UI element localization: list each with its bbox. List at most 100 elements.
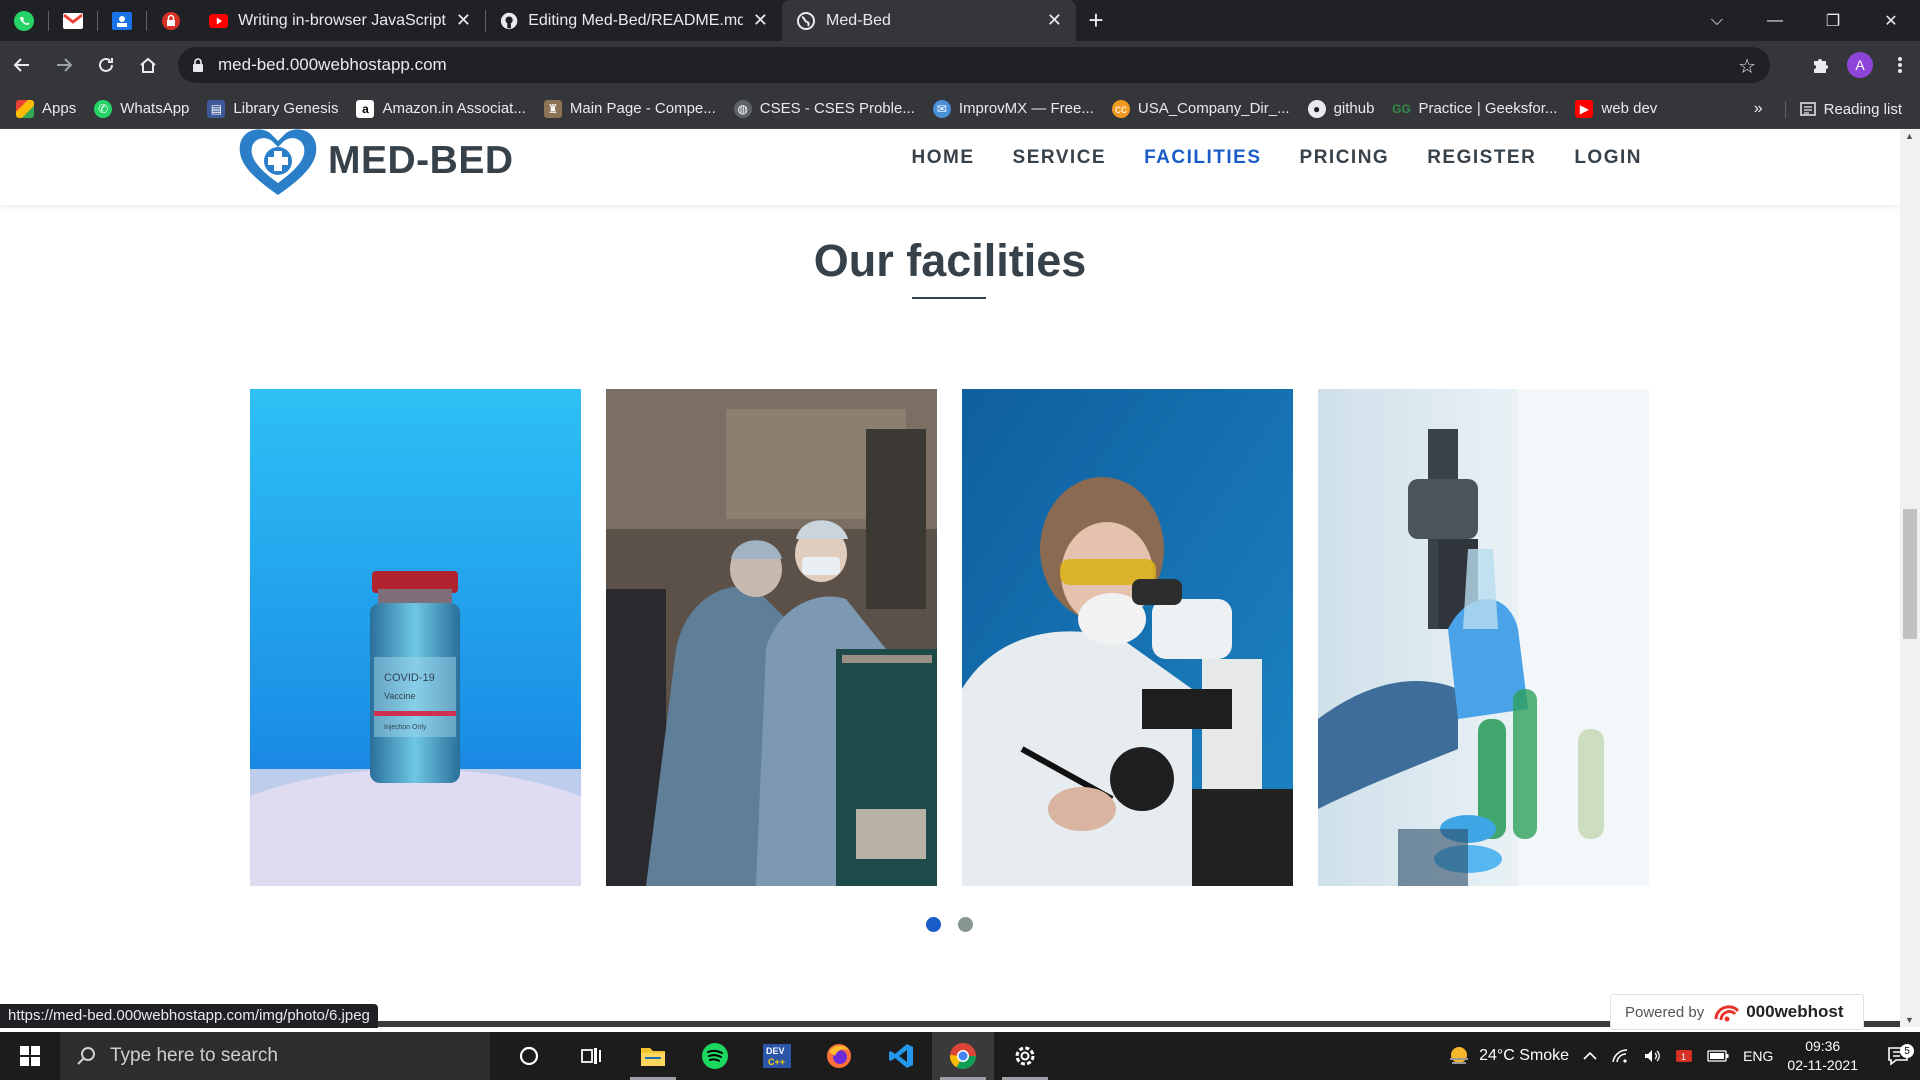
nav-login[interactable]: LOGIN xyxy=(1574,147,1642,169)
scrollbar-thumb[interactable] xyxy=(1903,509,1917,639)
bookmark-main-page[interactable]: ♜ Main Page - Compe... xyxy=(543,99,716,118)
home-button[interactable] xyxy=(128,45,168,85)
bookmark-cses[interactable]: ◍ CSES - CSES Proble... xyxy=(733,99,915,118)
pinned-tab-whatsapp[interactable] xyxy=(0,0,48,41)
creative-commons-icon: cc xyxy=(1111,99,1130,118)
nav-pricing[interactable]: PRICING xyxy=(1300,147,1390,169)
network-button[interactable] xyxy=(1611,1048,1629,1064)
scroll-down-arrow-icon[interactable]: ▼ xyxy=(1905,1015,1914,1025)
bookmark-web-dev[interactable]: ▶ web dev xyxy=(1575,99,1657,118)
nav-facilities[interactable]: FACILITIES xyxy=(1144,147,1261,169)
carousel-dot-2[interactable] xyxy=(958,917,973,932)
volume-button[interactable] xyxy=(1643,1048,1661,1064)
reload-button[interactable] xyxy=(86,45,126,85)
youtube-icon: ▶ xyxy=(1575,99,1594,118)
powered-by-badge[interactable]: Powered by 000webhost xyxy=(1610,994,1864,1030)
restore-button[interactable]: ❐ xyxy=(1804,0,1862,41)
tab-med-bed[interactable]: Med-Bed ✕ xyxy=(782,0,1076,41)
cortana-button[interactable] xyxy=(498,1032,560,1080)
defender-shield-icon: 1 xyxy=(1676,1050,1693,1062)
bookmark-apps[interactable]: Apps xyxy=(16,99,76,118)
page-scrollbar[interactable]: ▲ ▼ xyxy=(1900,129,1920,1027)
more-bookmarks-button[interactable]: » xyxy=(1754,100,1763,118)
address-bar[interactable]: med-bed.000webhostapp.com ☆ xyxy=(178,47,1770,83)
forward-button[interactable] xyxy=(44,45,84,85)
back-button[interactable] xyxy=(2,45,42,85)
taskbar-search[interactable]: Type here to search xyxy=(60,1032,490,1080)
tab-search-chevron-icon[interactable]: ⌵ xyxy=(1688,0,1746,41)
firefox-icon xyxy=(827,1044,851,1068)
site-logo[interactable]: MED-BED xyxy=(236,129,514,199)
weather-sun-haze-icon xyxy=(1450,1047,1469,1064)
bookmark-geeksforgeeks[interactable]: GG Practice | Geeksfor... xyxy=(1392,100,1557,118)
taskbar-vscode[interactable] xyxy=(870,1032,932,1080)
search-icon xyxy=(77,1047,95,1065)
bookmark-github[interactable]: ● github xyxy=(1307,99,1374,118)
geeksforgeeks-icon: GG xyxy=(1392,101,1411,116)
operating-room-image xyxy=(606,389,937,886)
start-button[interactable] xyxy=(0,1032,60,1080)
section-title: Our facilities xyxy=(813,235,1087,286)
input-language[interactable]: ENG xyxy=(1743,1048,1773,1064)
svg-text:1: 1 xyxy=(1681,1052,1686,1062)
bookmark-usa-company-dir[interactable]: cc USA_Company_Dir_... xyxy=(1111,99,1290,118)
battery-icon xyxy=(1707,1050,1729,1062)
pinned-tab-gmail[interactable] xyxy=(49,0,97,41)
minimize-button[interactable]: — xyxy=(1746,0,1804,41)
taskbar-spotify[interactable] xyxy=(684,1032,746,1080)
battery-button[interactable] xyxy=(1707,1050,1729,1062)
facility-photo-lab[interactable] xyxy=(1318,389,1649,886)
extensions-button[interactable] xyxy=(1800,41,1840,89)
title-underline xyxy=(912,297,986,299)
taskbar-clock[interactable]: 09:36 02-11-2021 xyxy=(1787,1037,1858,1075)
nav-register[interactable]: REGISTER xyxy=(1427,147,1536,169)
nav-home[interactable]: HOME xyxy=(912,147,975,169)
vscode-icon xyxy=(889,1044,913,1068)
facility-photo-surgery[interactable] xyxy=(606,389,937,886)
book-icon: ▤ xyxy=(207,99,226,118)
facility-photo-vaccine[interactable]: COVID-19 Vaccine Injection Only xyxy=(250,389,581,886)
action-center-button[interactable]: 5 xyxy=(1876,1044,1920,1066)
pinned-tab-red-app[interactable] xyxy=(147,0,195,41)
clock-date: 02-11-2021 xyxy=(1787,1057,1858,1073)
close-icon[interactable]: ✕ xyxy=(1037,10,1062,31)
bookmark-star-icon[interactable]: ☆ xyxy=(1738,54,1756,79)
facility-photo-microscope[interactable] xyxy=(962,389,1293,886)
reading-list-button[interactable]: Reading list xyxy=(1784,100,1902,118)
security-tray-button[interactable]: 1 xyxy=(1675,1047,1693,1065)
browser-menu-button[interactable] xyxy=(1880,41,1920,89)
bookmark-whatsapp[interactable]: ✆ WhatsApp xyxy=(94,99,189,118)
show-hidden-icons-button[interactable] xyxy=(1583,1051,1597,1061)
nav-service[interactable]: SERVICE xyxy=(1013,147,1107,169)
bookmark-library-genesis[interactable]: ▤ Library Genesis xyxy=(207,99,338,118)
new-tab-button[interactable]: + xyxy=(1076,0,1116,41)
vial-label-covid: COVID-19 xyxy=(384,672,435,684)
tab-youtube-article[interactable]: Writing in-browser JavaScript and ✕ xyxy=(195,0,485,41)
taskbar-settings[interactable] xyxy=(994,1032,1056,1080)
carousel-dot-1[interactable] xyxy=(926,917,941,932)
pinned-tabs xyxy=(0,0,195,41)
taskbar-devcpp[interactable]: DEV C++ xyxy=(746,1032,808,1080)
reading-list-icon xyxy=(1799,102,1816,116)
weather-widget[interactable]: 24°C Smoke xyxy=(1447,1044,1569,1068)
browser-tabstrip: Writing in-browser JavaScript and ✕ Edit… xyxy=(0,0,1920,41)
profile-button[interactable]: A xyxy=(1840,41,1880,89)
close-window-button[interactable]: ✕ xyxy=(1862,0,1920,41)
classroom-icon xyxy=(112,11,132,30)
bookmark-improvmx[interactable]: ✉ ImprovMX — Free... xyxy=(932,99,1094,118)
weather-text: 24°C Smoke xyxy=(1479,1047,1570,1064)
taskbar-chrome[interactable] xyxy=(932,1032,994,1080)
taskbar-file-explorer[interactable] xyxy=(622,1032,684,1080)
pinned-tab-classroom[interactable] xyxy=(98,0,146,41)
task-view-button[interactable] xyxy=(560,1032,622,1080)
close-icon[interactable]: ✕ xyxy=(743,10,768,31)
task-view-icon xyxy=(581,1048,601,1064)
powered-by-label: Powered by xyxy=(1625,1003,1705,1021)
back-arrow-icon xyxy=(13,58,29,72)
tab-github-readme[interactable]: Editing Med-Bed/README.md at ✕ xyxy=(486,0,782,41)
bookmark-amazon-associates[interactable]: a Amazon.in Associat... xyxy=(356,99,526,118)
scroll-up-arrow-icon[interactable]: ▲ xyxy=(1905,131,1914,141)
devcpp-icon: DEVC++ xyxy=(763,1044,791,1068)
close-icon[interactable]: ✕ xyxy=(446,10,471,31)
taskbar-firefox[interactable] xyxy=(808,1032,870,1080)
